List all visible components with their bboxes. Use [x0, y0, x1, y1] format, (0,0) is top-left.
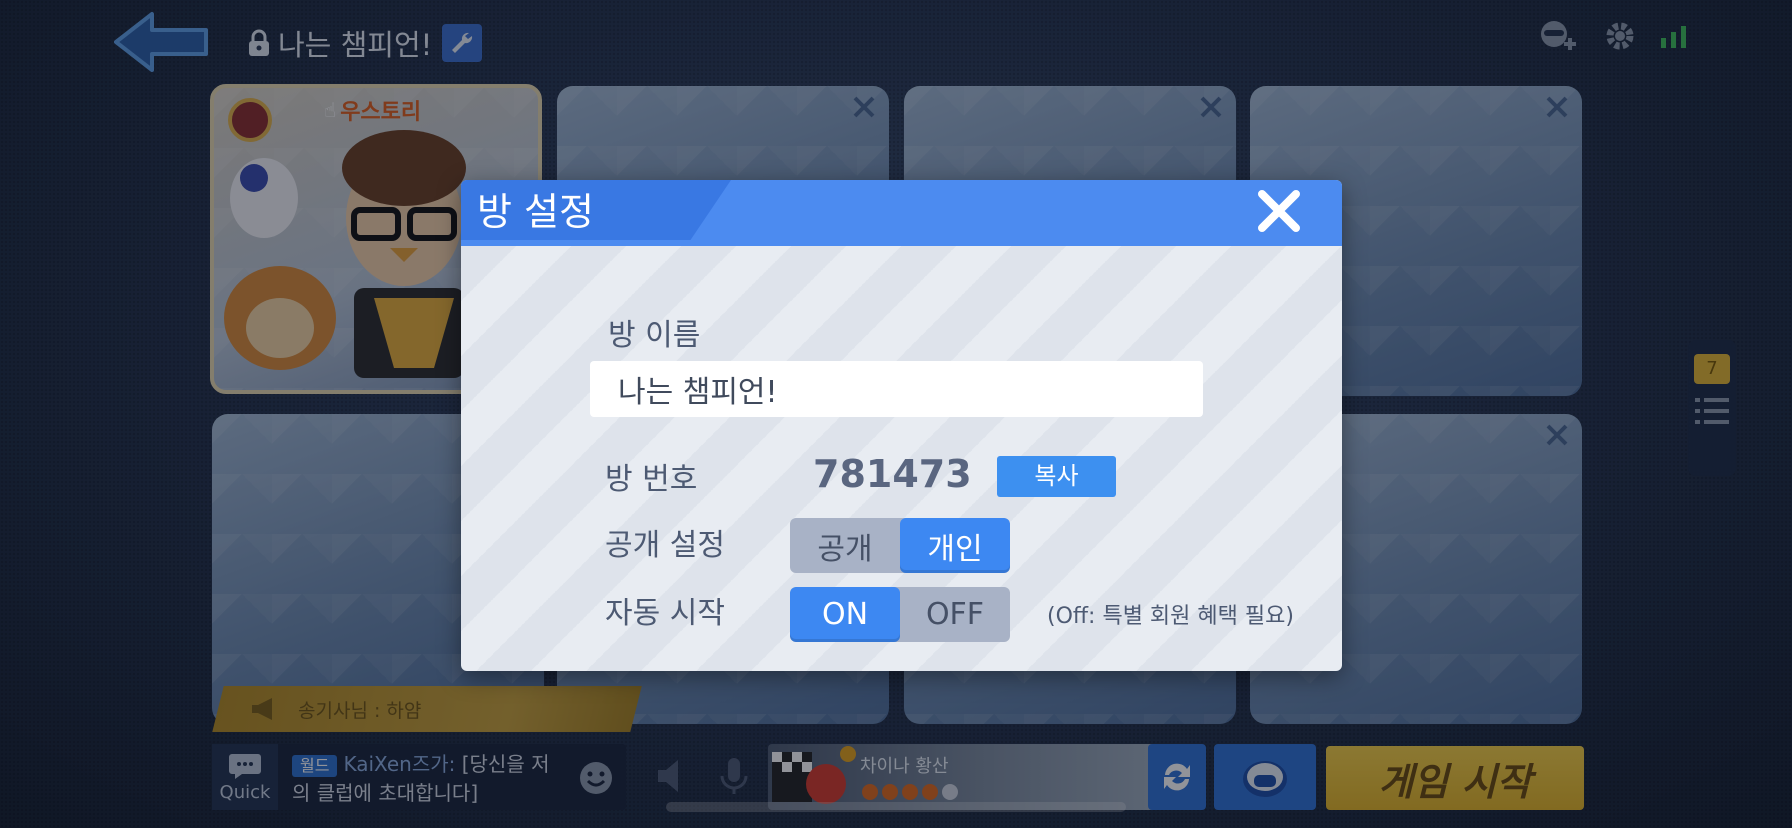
room-settings-dialog: 방 설정 방 이름 방 번호 781473 복사 공개 설정 공개 개인 자동 … — [461, 180, 1342, 671]
autostart-label: 자동 시작 — [605, 596, 725, 631]
room-name-input[interactable] — [590, 361, 1203, 417]
visibility-label: 공개 설정 — [605, 528, 725, 563]
room-name-label: 방 이름 — [608, 318, 701, 353]
visibility-private-option[interactable]: 개인 — [900, 518, 1010, 573]
autostart-on-option[interactable]: ON — [790, 587, 900, 642]
autostart-toggle: ON OFF — [790, 587, 1010, 642]
copy-button[interactable]: 복사 — [997, 456, 1116, 497]
autostart-note: (Off: 특별 회원 혜택 필요) — [1047, 604, 1294, 629]
visibility-toggle: 공개 개인 — [790, 518, 1010, 573]
dialog-title: 방 설정 — [477, 190, 594, 234]
room-number-value: 781473 — [813, 452, 972, 496]
dialog-header: 방 설정 — [461, 180, 1342, 246]
autostart-off-option[interactable]: OFF — [900, 587, 1010, 642]
room-number-label: 방 번호 — [605, 462, 698, 497]
visibility-public-option[interactable]: 공개 — [790, 518, 900, 573]
close-icon[interactable] — [1256, 188, 1302, 234]
